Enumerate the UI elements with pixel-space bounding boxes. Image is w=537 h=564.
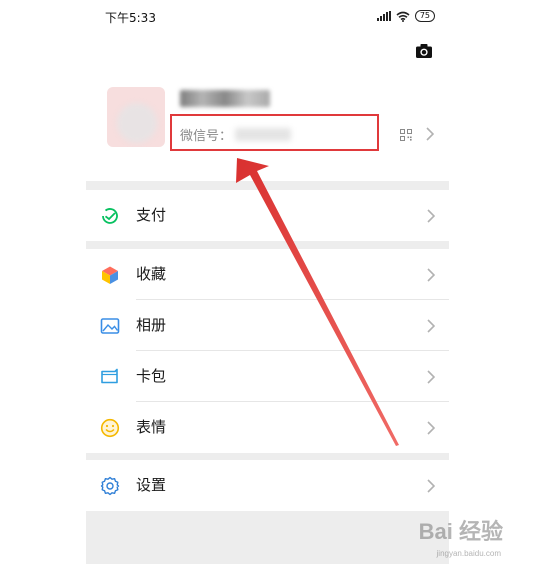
menu-label: 相册 bbox=[136, 316, 167, 334]
chevron-right-icon bbox=[427, 268, 435, 282]
baidu-watermark: Bai 经验 bbox=[418, 519, 503, 544]
menu-group-main: 收藏 相册 卡包 表情 bbox=[86, 249, 449, 453]
favorites-icon bbox=[102, 266, 118, 284]
pay-icon bbox=[102, 208, 118, 224]
menu-item-card-wallet[interactable]: 卡包 bbox=[86, 351, 449, 402]
status-bar: 下午5:33 75 bbox=[86, 0, 449, 34]
menu-label: 表情 bbox=[136, 418, 167, 436]
baidu-watermark-url: jingyan.baidu.com bbox=[436, 549, 501, 558]
camera-icon[interactable] bbox=[415, 43, 433, 59]
settings-icon bbox=[100, 476, 120, 496]
sticker-icon bbox=[100, 418, 120, 438]
wifi-icon bbox=[396, 11, 410, 22]
phone-screen: 下午5:33 75 微信号： 支付 收藏 相册 卡包 表情 设置 bbox=[86, 0, 449, 564]
chevron-right-icon bbox=[427, 421, 435, 435]
menu-label: 卡包 bbox=[136, 367, 167, 385]
album-icon bbox=[100, 318, 120, 334]
menu-label: 设置 bbox=[136, 476, 167, 494]
menu-label: 收藏 bbox=[136, 265, 167, 283]
wechat-id-highlight bbox=[170, 114, 379, 151]
chevron-right-icon bbox=[427, 370, 435, 384]
menu-item-favorites[interactable]: 收藏 bbox=[86, 249, 449, 300]
card-wallet-icon bbox=[101, 368, 118, 384]
nickname-redacted bbox=[180, 90, 270, 107]
avatar[interactable] bbox=[107, 87, 165, 147]
profile-card[interactable]: 微信号： bbox=[86, 34, 449, 181]
avatar-image bbox=[117, 103, 157, 143]
menu-group-pay: 支付 bbox=[86, 190, 449, 241]
chevron-right-icon bbox=[427, 209, 435, 223]
menu-item-pay[interactable]: 支付 bbox=[86, 190, 449, 241]
chevron-right-icon bbox=[427, 479, 435, 493]
chevron-right-icon bbox=[426, 127, 434, 141]
chevron-right-icon bbox=[427, 319, 435, 333]
menu-item-settings[interactable]: 设置 bbox=[86, 460, 449, 511]
status-icons: 75 bbox=[376, 8, 435, 24]
menu-label: 支付 bbox=[136, 206, 167, 224]
battery-icon: 75 bbox=[414, 10, 435, 22]
status-time: 下午5:33 bbox=[105, 11, 156, 25]
qr-code-icon[interactable] bbox=[400, 129, 412, 141]
menu-item-sticker[interactable]: 表情 bbox=[86, 402, 449, 453]
menu-item-album[interactable]: 相册 bbox=[86, 300, 449, 351]
signal-icon bbox=[376, 11, 391, 21]
menu-group-settings: 设置 bbox=[86, 460, 449, 511]
